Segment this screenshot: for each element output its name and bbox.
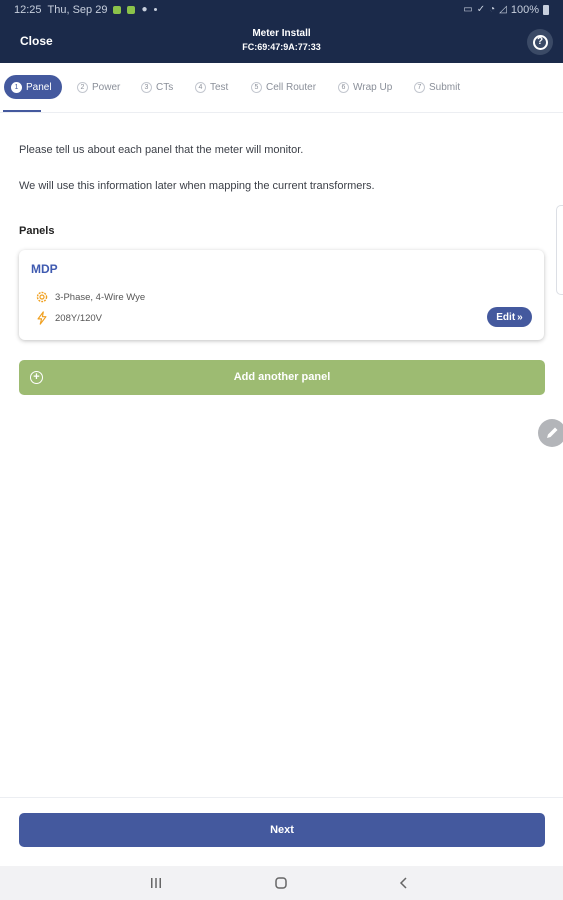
step-cell-router[interactable]: 5 Cell Router <box>251 75 316 99</box>
page-title: Meter Install <box>252 28 311 39</box>
more-notifications-icon <box>153 8 157 11</box>
status-date: Thu, Sep 29 <box>47 3 108 16</box>
gear-icon <box>36 291 48 303</box>
edit-label: Edit <box>496 311 516 323</box>
recents-icon <box>151 878 161 888</box>
panel-voltage: 208Y/120V <box>55 312 103 324</box>
intro-text-2: We will use this information later when … <box>19 180 375 192</box>
system-nav-bar <box>0 866 563 900</box>
double-chevron-right-icon: » <box>517 311 523 323</box>
pencil-icon <box>547 427 558 438</box>
footer-divider <box>0 797 563 798</box>
add-panel-label: Add another panel <box>233 371 331 383</box>
recents-button[interactable] <box>146 875 166 891</box>
home-button[interactable] <box>271 875 291 891</box>
step-label: Panel <box>26 81 52 93</box>
help-icon: ? <box>532 34 548 50</box>
mute-icon: ✓ <box>476 4 486 15</box>
pencil-button[interactable] <box>538 419 563 447</box>
panel-voltage-row: 208Y/120V <box>35 311 102 325</box>
back-icon <box>399 877 407 889</box>
step-number: 2 <box>77 81 88 93</box>
step-label: Power <box>92 81 121 93</box>
signal-icon: ◿ <box>499 4 507 15</box>
android-notification-icon-2 <box>127 5 136 14</box>
panel-service: 3-Phase, 4-Wire Wye <box>55 291 146 303</box>
edit-panel-button[interactable]: Edit » <box>487 307 532 327</box>
step-number: 1 <box>11 81 22 93</box>
status-left: 12:25 Thu, Sep 29 ● <box>14 4 157 16</box>
header-titles: Meter Install FC:69:47:9A:77:33 <box>0 28 563 52</box>
next-button[interactable]: Next <box>19 813 545 847</box>
bolt-icon <box>37 311 47 325</box>
stepper-divider <box>0 112 563 113</box>
step-label: Test <box>210 81 229 93</box>
panel-name[interactable]: MDP <box>31 262 58 276</box>
wifi-icon: ◔ <box>489 4 496 15</box>
panel-service-row: 3-Phase, 4-Wire Wye <box>35 290 145 304</box>
back-button[interactable] <box>394 875 414 891</box>
step-label: Cell Router <box>266 81 317 93</box>
home-icon <box>275 877 287 889</box>
step-wrap-up[interactable]: 6 Wrap Up <box>338 75 392 99</box>
step-label: CTs <box>156 81 174 93</box>
vibrate-icon: ▭ <box>463 4 473 15</box>
battery-percent: 100% <box>510 3 539 16</box>
step-panel[interactable]: 1 Panel <box>4 75 62 99</box>
app-header: Close Meter Install FC:69:47:9A:77:33 ? <box>0 19 563 63</box>
meter-id: FC:69:47:9A:77:33 <box>242 42 321 52</box>
status-right: ▭ ✓ ◔ ◿ 100% <box>463 4 549 16</box>
step-label: Wrap Up <box>353 81 393 93</box>
step-label: Submit <box>429 81 461 93</box>
step-power[interactable]: 2 Power <box>77 75 120 99</box>
step-test[interactable]: 4 Test <box>195 75 228 99</box>
add-panel-button[interactable]: + Add another panel <box>19 360 545 395</box>
step-number: 6 <box>338 81 349 93</box>
android-notification-icon <box>113 5 122 14</box>
step-cts[interactable]: 3 CTs <box>141 75 173 99</box>
battery-icon <box>543 4 549 15</box>
panel-card: MDP 3-Phase, 4-Wire Wye 208Y/120V Edit » <box>19 250 544 340</box>
side-drawer-handle[interactable] <box>556 205 563 295</box>
status-time: 12:25 <box>14 3 42 16</box>
step-number: 3 <box>141 81 152 93</box>
panels-heading: Panels <box>19 225 55 237</box>
step-number: 7 <box>414 81 425 93</box>
stepper: 1 Panel 2 Power 3 CTs 4 Test 5 Cell Rout… <box>0 63 563 111</box>
intro-text: Please tell us about each panel that the… <box>19 144 304 156</box>
help-button[interactable]: ? <box>527 29 553 55</box>
status-bar: 12:25 Thu, Sep 29 ● ▭ ✓ ◔ ◿ 100% <box>0 0 563 19</box>
step-submit[interactable]: 7 Submit <box>414 75 460 99</box>
bulb-notification-icon: ● <box>141 4 148 15</box>
step-number: 4 <box>195 81 206 93</box>
step-number: 5 <box>251 81 262 93</box>
